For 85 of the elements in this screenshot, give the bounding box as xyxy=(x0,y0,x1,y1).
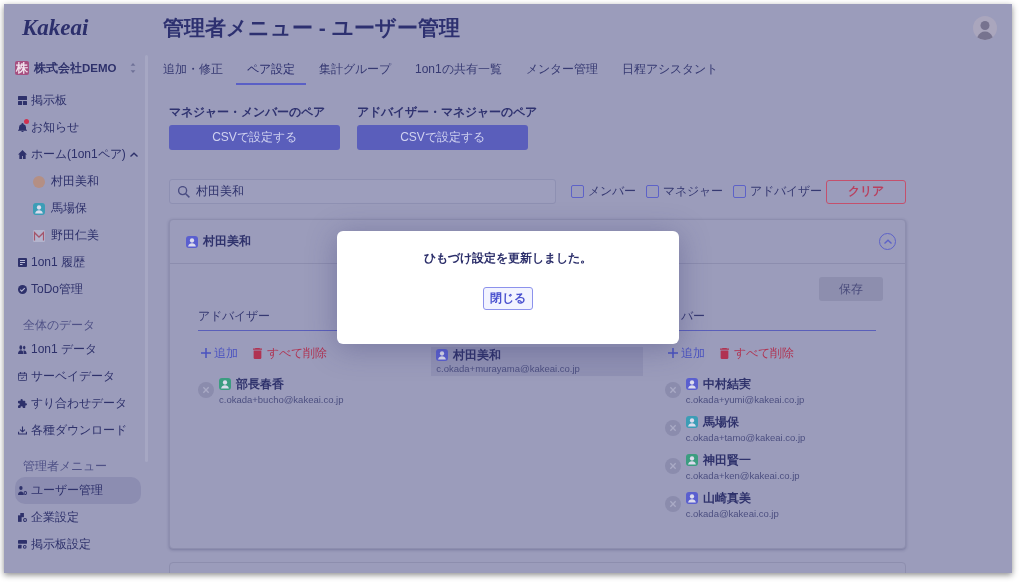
bell-icon xyxy=(18,123,27,132)
sidebar-item[interactable]: 村田美和 xyxy=(15,168,141,195)
avatar-icon[interactable] xyxy=(973,16,997,40)
add-button[interactable]: 追加 xyxy=(664,344,705,362)
sidebar-item[interactable]: ホーム(1on1ペア) xyxy=(15,141,141,168)
search-field[interactable]: 村田美和 xyxy=(169,179,556,204)
person-name: 馬場保 xyxy=(702,413,739,431)
chevron-up-down-icon xyxy=(130,63,136,73)
sidebar-item[interactable]: サーベイデータ xyxy=(15,363,141,390)
remove-icon[interactable] xyxy=(664,458,681,474)
sidebar-item[interactable]: 1on1 データ xyxy=(15,336,141,363)
note-icon xyxy=(18,258,27,267)
csv-button[interactable]: CSVで設定する xyxy=(169,125,340,150)
person-email: c.okada+bucho@kakeai.co.jp xyxy=(219,393,344,407)
trash-icon xyxy=(253,347,262,359)
user-gear-icon xyxy=(18,486,27,495)
plus-icon xyxy=(667,348,678,358)
sidebar-item[interactable]: 馬場保 xyxy=(15,195,141,222)
delete-all-button[interactable]: すべて削除 xyxy=(719,344,794,362)
sidebar-item[interactable]: お知らせ xyxy=(15,114,141,141)
page-title: 管理者メニュー - ユーザー管理 xyxy=(163,15,460,41)
sidebar-item[interactable]: 1on1 履歴 xyxy=(15,249,141,276)
sidebar-item[interactable]: ユーザー管理 xyxy=(15,477,141,504)
logo: Kakeai xyxy=(21,14,89,42)
sidebar-item[interactable]: 掲示板 xyxy=(15,87,141,114)
csv-button[interactable]: CSVで設定する xyxy=(357,125,528,150)
person-email: c.okada@kakeai.co.jp xyxy=(685,507,779,521)
checkbox-label[interactable]: マネジャー xyxy=(663,183,723,200)
calendar-check-icon xyxy=(18,372,27,381)
download-icon xyxy=(18,426,27,435)
person-email: c.okada+murayama@kakeai.co.jp xyxy=(436,362,581,375)
remove-icon[interactable] xyxy=(664,420,681,436)
checkbox[interactable] xyxy=(733,185,746,198)
close-button[interactable]: 閉じる xyxy=(483,287,533,310)
company-selector[interactable]: 株 株式会社DEMO xyxy=(15,56,136,80)
trash-icon xyxy=(719,347,729,359)
tab[interactable]: ペア設定 xyxy=(236,52,306,85)
tab[interactable]: 日程アシスタント xyxy=(610,52,729,85)
person-name: 部長春香 xyxy=(236,375,284,393)
check-circle-icon xyxy=(18,285,27,294)
dashboard-gear-icon xyxy=(18,540,27,549)
sidebar-item[interactable]: 掲示板設定 xyxy=(15,531,141,558)
mail-icon xyxy=(33,229,45,242)
people-icon xyxy=(18,345,27,354)
user-name: 村田美和 xyxy=(203,233,251,250)
add-button[interactable]: 追加 xyxy=(198,344,238,362)
sidebar-item[interactable]: 企業設定 xyxy=(15,504,141,531)
checkbox-label[interactable]: メンバー xyxy=(588,183,636,200)
sidebar-item[interactable]: 野田仁美 xyxy=(15,222,141,249)
person-name: 中村結実 xyxy=(702,375,751,393)
company-badge: 株 xyxy=(15,61,29,75)
section-label: 管理者メニュー xyxy=(22,458,107,475)
person-email: c.okada+yumi@kakeai.co.jp xyxy=(685,393,805,407)
home-icon xyxy=(18,150,27,159)
section-label: 全体のデータ xyxy=(22,317,95,334)
sidebar-item[interactable]: すり合わせデータ xyxy=(15,390,141,417)
person-name: 村田美和 xyxy=(453,346,502,364)
dialog-message: ひもづけ設定を更新しました。 xyxy=(424,251,592,266)
person-email: c.okada+ken@kakeai.co.jp xyxy=(685,469,800,483)
remove-icon[interactable] xyxy=(198,382,214,398)
dashboard-icon xyxy=(18,96,27,105)
tab[interactable]: 追加・修正 xyxy=(152,52,234,85)
building-gear-icon xyxy=(18,513,27,522)
user-icon xyxy=(33,202,45,215)
section-label: アドバイザー・マネジャーのペア xyxy=(357,104,537,120)
person-name: 神田賢一 xyxy=(702,451,751,469)
tab[interactable]: 集計グループ xyxy=(308,52,402,85)
sidebar-item[interactable]: 各種ダウンロード xyxy=(15,417,141,444)
tab[interactable]: メンター管理 xyxy=(514,52,609,85)
checkbox[interactable] xyxy=(571,185,584,198)
user-icon xyxy=(186,235,198,248)
search-icon xyxy=(178,185,190,198)
checkbox[interactable] xyxy=(646,185,659,198)
remove-icon[interactable] xyxy=(664,382,681,398)
checkbox-label[interactable]: アドバイザー xyxy=(750,183,822,200)
puzzle-icon xyxy=(18,399,27,408)
remove-icon[interactable] xyxy=(664,496,681,512)
sidebar-item[interactable]: ToDo管理 xyxy=(15,276,141,303)
plus-icon xyxy=(201,348,211,358)
section-label: マネジャー・メンバーのペア xyxy=(169,104,325,120)
avatar xyxy=(33,175,45,188)
tab[interactable]: 1on1の共有一覧 xyxy=(404,52,513,85)
person-name: 山崎真美 xyxy=(702,489,751,507)
delete-all-button[interactable]: すべて削除 xyxy=(253,344,327,362)
person-email: c.okada+tamo@kakeai.co.jp xyxy=(685,431,806,445)
